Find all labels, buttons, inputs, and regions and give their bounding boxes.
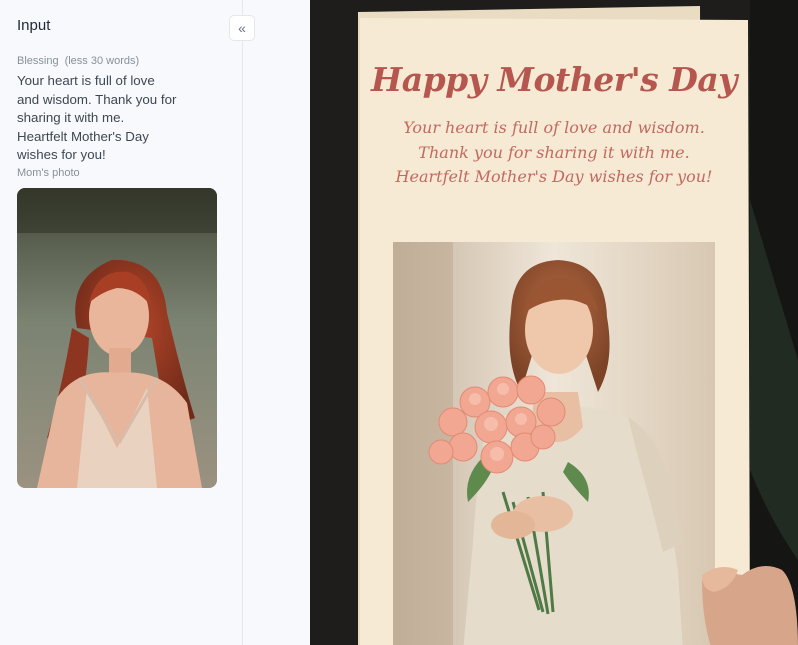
blessing-label: Blessing (less 30 words) <box>17 55 139 67</box>
blessing-line: and wisdom. Thank you for <box>17 91 177 107</box>
blessing-line: Heartfelt Mother's Day <box>17 128 149 144</box>
card-message-line: Your heart is full of love and wisdom. <box>403 118 705 137</box>
mom-photo-image <box>17 188 217 488</box>
card-photo <box>393 242 715 645</box>
blessing-line: Your heart is full of love <box>17 73 155 88</box>
input-sidebar: Input Blessing (less 30 words) Your heart… <box>0 0 255 645</box>
sidebar-title: Input <box>17 17 51 34</box>
card-portrait-image <box>393 242 715 645</box>
double-chevron-left-icon: « <box>238 20 246 36</box>
card-message-line: Thank you for sharing it with me. <box>418 143 690 162</box>
blessing-line: wishes for you! <box>17 147 106 163</box>
card-preview-panel: Happy Mother's Day Your heart is full of… <box>310 0 798 645</box>
holding-hand-image <box>702 566 798 645</box>
greeting-card: Happy Mother's Day Your heart is full of… <box>358 6 750 645</box>
blessing-input[interactable]: Your heart is full of love and wisdom. T… <box>17 72 197 165</box>
card-message-line: Heartfelt Mother's Day wishes for you! <box>395 167 713 186</box>
card-title: Happy Mother's Day <box>371 60 737 99</box>
blessing-line: sharing it with me. <box>17 110 125 126</box>
mom-photo-upload[interactable] <box>17 188 217 488</box>
mom-photo-label: Mom's photo <box>17 167 80 179</box>
blessing-hint: (less 30 words) <box>64 55 140 67</box>
blessing-label-text: Blessing <box>17 55 59 67</box>
collapse-sidebar-button[interactable]: « <box>229 15 255 41</box>
